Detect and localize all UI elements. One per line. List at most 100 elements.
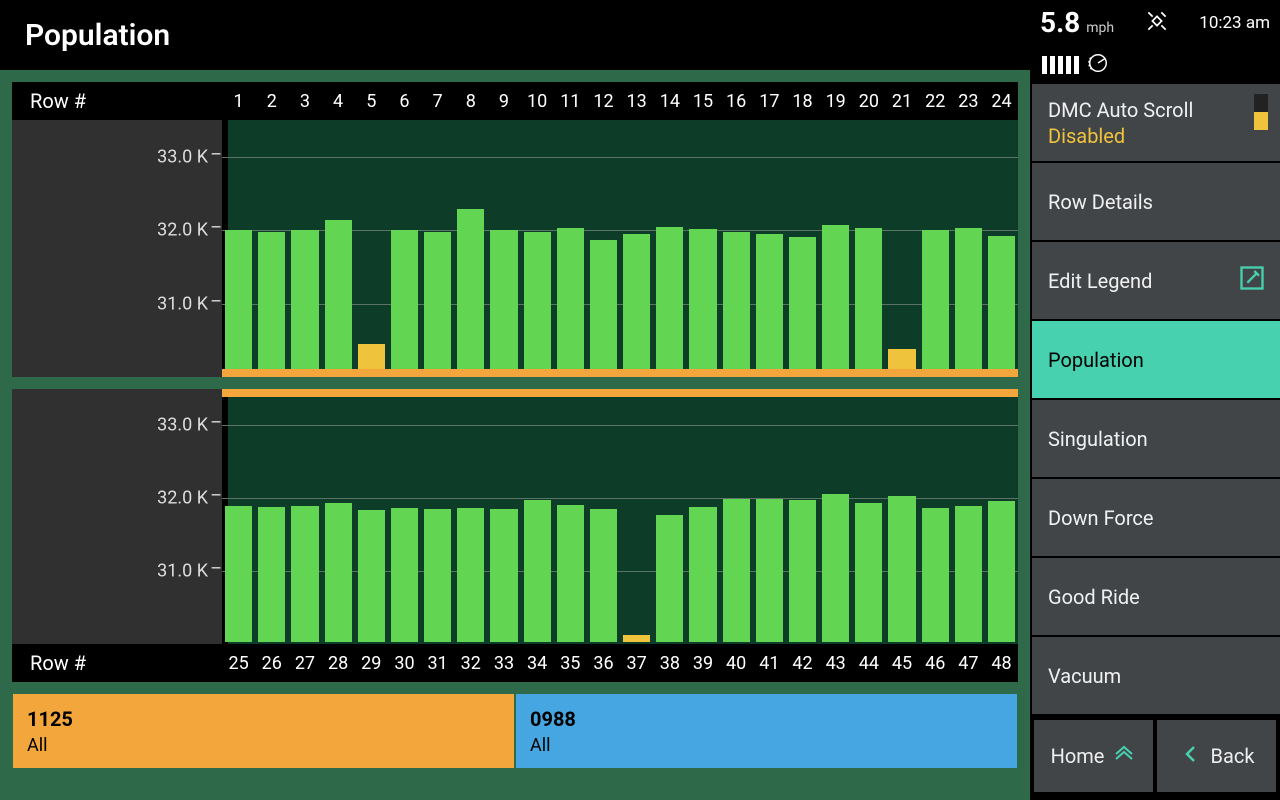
bar-slot[interactable] xyxy=(819,120,852,369)
bar xyxy=(490,509,517,642)
bar-slot[interactable] xyxy=(288,120,321,369)
sidebar-item-good-ride[interactable]: Good Ride xyxy=(1032,558,1280,635)
sidebar-item-singulation[interactable]: Singulation xyxy=(1032,400,1280,477)
row-number: 25 xyxy=(222,653,255,674)
bar-slot[interactable] xyxy=(720,120,753,369)
row-number: 12 xyxy=(587,91,620,112)
bar-slot[interactable] xyxy=(885,397,918,642)
bar-slot[interactable] xyxy=(255,397,288,642)
bar-slot[interactable] xyxy=(753,120,786,369)
bars-region-top[interactable] xyxy=(222,120,1018,377)
row-number: 31 xyxy=(421,653,454,674)
row-number: 9 xyxy=(487,91,520,112)
bar xyxy=(490,230,517,369)
bar-slot[interactable] xyxy=(322,397,355,642)
row-number: 33 xyxy=(487,653,520,674)
bar-slot[interactable] xyxy=(388,120,421,369)
bar xyxy=(557,505,584,642)
bar-slot[interactable] xyxy=(255,120,288,369)
bar xyxy=(855,503,882,642)
bar-slot[interactable] xyxy=(620,120,653,369)
sidebar-item-label: Row Details xyxy=(1048,190,1153,214)
bar-slot[interactable] xyxy=(786,120,819,369)
bar-slot[interactable] xyxy=(852,397,885,642)
row-number: 3 xyxy=(288,91,321,112)
bar xyxy=(922,508,949,642)
info-card-right[interactable]: 0988 All xyxy=(516,694,1017,768)
bar-slot[interactable] xyxy=(720,397,753,642)
bar-slot[interactable] xyxy=(686,397,719,642)
row-number: 14 xyxy=(653,91,686,112)
bar-slot[interactable] xyxy=(985,120,1018,369)
bar xyxy=(424,232,451,369)
bar-slot[interactable] xyxy=(852,120,885,369)
speed-readout: 5.8 mph xyxy=(1040,6,1114,39)
bar xyxy=(756,499,783,643)
bar-slot[interactable] xyxy=(786,397,819,642)
bar xyxy=(258,232,285,369)
bar xyxy=(955,506,982,642)
bar-slot[interactable] xyxy=(421,397,454,642)
bar-slot[interactable] xyxy=(355,120,388,369)
bar-slot[interactable] xyxy=(521,397,554,642)
sidebar: 5.8 mph 10:23 am xyxy=(1030,0,1280,800)
bar xyxy=(225,230,252,369)
bar-slot[interactable] xyxy=(952,397,985,642)
bar-slot[interactable] xyxy=(222,397,255,642)
bar xyxy=(955,228,982,369)
sidebar-item-edit-legend[interactable]: Edit Legend xyxy=(1032,242,1280,319)
edit-icon xyxy=(1238,264,1266,297)
info-card-left[interactable]: 1125 All xyxy=(13,694,514,768)
sidebar-item-auto-scroll[interactable]: DMC Auto Scroll Disabled xyxy=(1032,84,1280,161)
bar-slot[interactable] xyxy=(686,120,719,369)
home-button[interactable]: Home xyxy=(1034,720,1153,792)
row-number: 48 xyxy=(985,653,1018,674)
bar-slot[interactable] xyxy=(919,397,952,642)
bar-slot[interactable] xyxy=(454,397,487,642)
bar-slot[interactable] xyxy=(587,397,620,642)
row-number: 39 xyxy=(686,653,719,674)
sidebar-item-label: Vacuum xyxy=(1048,664,1121,688)
bar-slot[interactable] xyxy=(288,397,321,642)
back-button[interactable]: Back xyxy=(1157,720,1276,792)
sidebar-item-label: Edit Legend xyxy=(1048,269,1152,293)
bar-slot[interactable] xyxy=(487,120,520,369)
sidebar-item-vacuum[interactable]: Vacuum xyxy=(1032,637,1280,714)
sidebar-item-row-details[interactable]: Row Details xyxy=(1032,163,1280,240)
bar-slot[interactable] xyxy=(388,397,421,642)
row-number: 10 xyxy=(521,91,554,112)
bar-slot[interactable] xyxy=(487,397,520,642)
row-number: 15 xyxy=(686,91,719,112)
bar-slot[interactable] xyxy=(454,120,487,369)
info-card-right-label: All xyxy=(530,735,1003,756)
bar-slot[interactable] xyxy=(620,397,653,642)
bar-slot[interactable] xyxy=(919,120,952,369)
bar-slot[interactable] xyxy=(554,120,587,369)
bar-slot[interactable] xyxy=(554,397,587,642)
speed-unit: mph xyxy=(1086,20,1114,36)
bar-slot[interactable] xyxy=(322,120,355,369)
bar-slot[interactable] xyxy=(653,397,686,642)
row-number: 16 xyxy=(720,91,753,112)
bar-slot[interactable] xyxy=(521,120,554,369)
row-number: 38 xyxy=(653,653,686,674)
clock: 10:23 am xyxy=(1199,13,1270,33)
bar-slot[interactable] xyxy=(222,120,255,369)
bar xyxy=(590,509,617,642)
sidebar-item-down-force[interactable]: Down Force xyxy=(1032,479,1280,556)
row-number: 42 xyxy=(786,653,819,674)
bar-slot[interactable] xyxy=(985,397,1018,642)
bar-slot[interactable] xyxy=(885,120,918,369)
row-header-top: Row # 1234567891011121314151617181920212… xyxy=(12,82,1018,120)
bar-slot[interactable] xyxy=(952,120,985,369)
bars-region-bottom[interactable] xyxy=(222,389,1018,644)
bar-slot[interactable] xyxy=(587,120,620,369)
bar-slot[interactable] xyxy=(653,120,686,369)
bar-slot[interactable] xyxy=(753,397,786,642)
bar-slot[interactable] xyxy=(421,120,454,369)
bar-slot[interactable] xyxy=(355,397,388,642)
row-number: 35 xyxy=(554,653,587,674)
bar xyxy=(258,507,285,642)
bar-slot[interactable] xyxy=(819,397,852,642)
sidebar-item-population[interactable]: Population xyxy=(1032,321,1280,398)
